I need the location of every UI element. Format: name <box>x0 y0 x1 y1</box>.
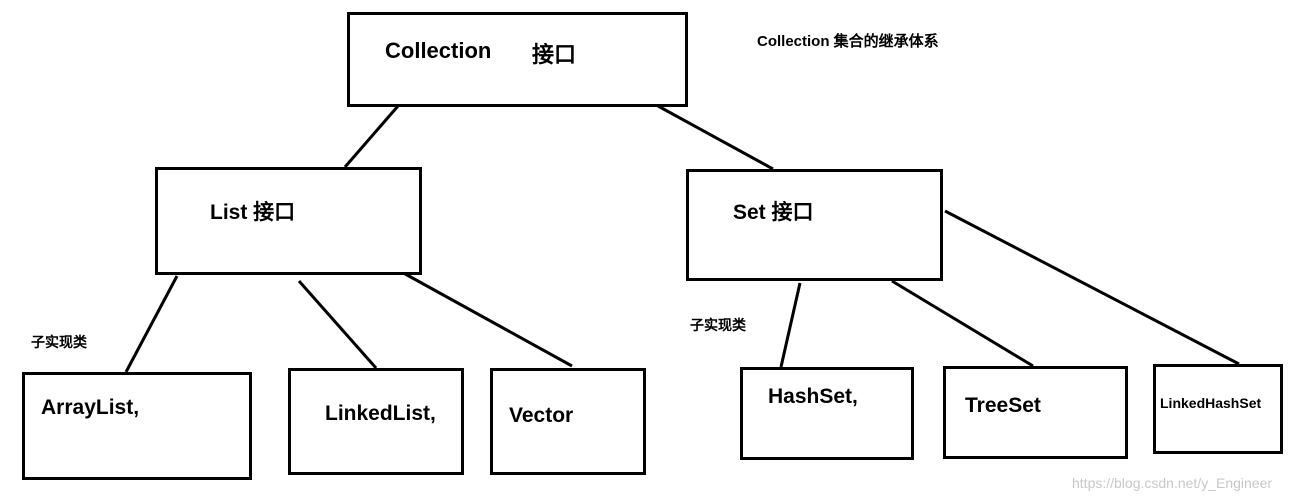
collection-name-label: Collection <box>385 38 492 63</box>
edge-collection-list <box>343 105 400 168</box>
set-interface-box <box>686 169 943 281</box>
arraylist-label: ArrayList, <box>41 396 140 419</box>
vector-label: Vector <box>509 404 574 427</box>
edge-set-hashset <box>779 282 802 368</box>
watermark-text: https://blog.csdn.net/y_Engineer <box>1072 475 1273 491</box>
collection-suffix-label: 接口 <box>532 42 577 67</box>
arraylist-box <box>22 372 252 480</box>
linkedlist-label: LinkedList, <box>325 402 436 425</box>
edge-list-linkedlist <box>297 280 378 369</box>
subclass-note-left: 子实现类 <box>31 334 87 350</box>
edge-list-vector <box>397 268 573 368</box>
edge-list-arraylist <box>124 275 179 373</box>
set-interface-label: Set 接口 <box>733 201 814 224</box>
hashset-label: HashSet, <box>768 385 858 408</box>
linkedhashset-label: LinkedHashSet <box>1160 395 1262 411</box>
treeset-label: TreeSet <box>965 394 1041 417</box>
diagram-title-note: Collection 集合的继承体系 <box>757 33 939 50</box>
subclass-note-right: 子实现类 <box>690 317 746 333</box>
edge-collection-set <box>657 104 774 171</box>
list-interface-label: List 接口 <box>210 201 296 224</box>
hashset-box <box>740 367 914 460</box>
edge-set-treeset <box>891 279 1034 368</box>
